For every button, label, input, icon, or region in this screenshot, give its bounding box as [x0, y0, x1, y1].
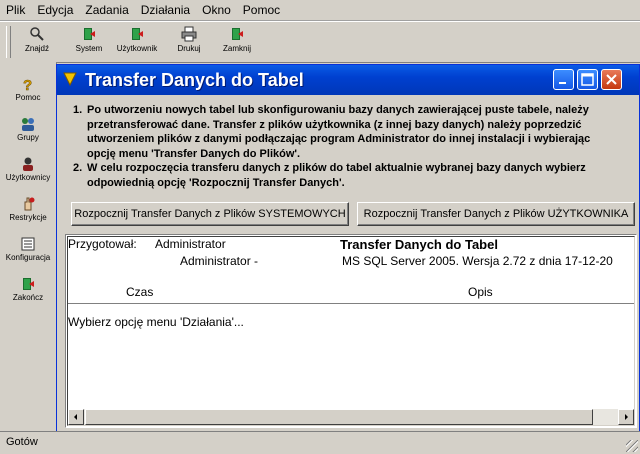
status-text: Gotów — [6, 436, 38, 448]
instruction-line: Po utworzeniu nowych tabel lub skonfigur… — [87, 104, 589, 116]
sidebar-groups-label: Grupy — [17, 133, 39, 142]
horizontal-scrollbar[interactable] — [68, 409, 634, 425]
help-icon: ? — [23, 77, 33, 92]
start-user-transfer-button[interactable]: Rozpocznij Transfer Danych z Plików UŻYT… — [357, 202, 635, 226]
start-system-transfer-button[interactable]: Rozpocznij Transfer Danych z Plików SYST… — [71, 202, 349, 226]
instruction-item: 2. W celu rozpoczęcia transferu danych z… — [65, 161, 639, 190]
menu-zadania[interactable]: Zadania — [79, 0, 134, 20]
users-icon — [23, 157, 33, 171]
maximize-button[interactable] — [577, 69, 598, 90]
sidebar-exit-label: Zakończ — [12, 293, 44, 302]
sidebar-help-label: Pomoc — [15, 93, 41, 102]
menu-dzialania[interactable]: Działania — [135, 0, 196, 20]
toolbar-grip[interactable] — [6, 26, 11, 58]
window-titlebar[interactable]: Transfer Danych do Tabel — [57, 65, 639, 95]
toolbar-print-button[interactable]: Drukuj — [166, 24, 212, 60]
sidebar: ? Pomoc Grupy Użytkownicy Restrykcje Kon… — [0, 62, 57, 430]
window-title: Transfer Danych do Tabel — [85, 70, 304, 90]
menu-bar: Plik Edycja Zadania Działania Okno Pomoc — [0, 0, 640, 21]
instruction-number: 1. — [73, 104, 83, 116]
prepared-label: Przygotował: — [68, 237, 137, 251]
arrow-right-icon — [625, 414, 628, 420]
system-icon — [84, 28, 95, 40]
sidebar-config-label: Konfiguracja — [5, 253, 51, 262]
sidebar-restrictions-label: Restrykcje — [9, 213, 47, 222]
instruction-line: odpowiednią opcję 'Rozpocznij Transfer D… — [87, 176, 345, 189]
groups-icon — [22, 118, 34, 131]
sidebar-users-button[interactable]: Użytkownicy — [2, 154, 54, 192]
minimize-icon — [559, 82, 566, 84]
prepared-value: Administrator — [155, 237, 226, 251]
toolbar: Znajdź System Użytkownik Drukuj Zamknij — [0, 21, 640, 63]
scroll-thumb[interactable] — [85, 409, 593, 425]
minimize-button[interactable] — [553, 69, 574, 90]
maximize-icon — [581, 73, 594, 86]
toolbar-user-button[interactable]: Użytkownik — [114, 24, 160, 60]
toolbar-close-button[interactable]: Zamknij — [214, 24, 260, 60]
log-message: Wybierz opcję menu 'Działania'... — [68, 315, 244, 329]
instructions-list: 1. Po utworzeniu nowych tabel lub skonfi… — [65, 103, 639, 190]
toolbar-find-button[interactable]: Znajdź — [14, 24, 60, 60]
sidebar-exit-button[interactable]: Zakończ — [2, 274, 54, 312]
resize-grip[interactable] — [626, 440, 638, 452]
toolbar-user-label: Użytkownik — [116, 44, 158, 53]
server-info: MS SQL Server 2005. Wersja 2.72 z dnia 1… — [342, 254, 613, 268]
report-title: Transfer Danych do Tabel — [340, 237, 498, 252]
log-panel[interactable]: Przygotował: Administrator Administrator… — [65, 234, 637, 428]
toolbar-print-label: Drukuj — [177, 44, 201, 53]
instruction-number: 2. — [73, 162, 83, 174]
sidebar-groups-button[interactable]: Grupy — [2, 114, 54, 152]
status-bar: Gotów — [0, 431, 640, 454]
exit-icon — [23, 278, 34, 290]
restrictions-icon — [24, 197, 35, 211]
sidebar-users-label: Użytkownicy — [5, 173, 51, 182]
close-button[interactable] — [601, 69, 622, 90]
instruction-line: W celu rozpoczęcia transferu danych z pl… — [87, 162, 586, 174]
instruction-line: przetransferować dane. Transfer z plików… — [87, 118, 582, 131]
transfer-window: Transfer Danych do Tabel 1. Po utworzeni… — [56, 64, 640, 432]
menu-plik[interactable]: Plik — [0, 0, 31, 20]
column-description-header: Opis — [468, 285, 493, 299]
log-panel-inner: Przygotował: Administrator Administrator… — [67, 236, 635, 426]
scroll-right-button[interactable] — [618, 409, 634, 425]
search-icon — [30, 27, 44, 41]
app-icon — [63, 72, 77, 86]
sidebar-config-button[interactable]: Konfiguracja — [2, 234, 54, 272]
toolbar-find-label: Znajdź — [24, 44, 49, 53]
toolbar-system-label: System — [75, 44, 103, 53]
instruction-line: opcję menu 'Transfer Danych do Plików'. — [87, 147, 301, 160]
close-icon — [606, 74, 617, 85]
svg-text:?: ? — [23, 77, 32, 92]
menu-pomoc[interactable]: Pomoc — [237, 0, 286, 20]
arrow-left-icon — [74, 414, 77, 420]
menu-okno[interactable]: Okno — [196, 0, 237, 20]
exit-icon — [232, 28, 243, 40]
printer-icon — [181, 26, 197, 42]
prepared-value-2: Administrator - — [180, 254, 259, 268]
instruction-item: 1. Po utworzeniu nowych tabel lub skonfi… — [65, 103, 639, 161]
header-divider — [68, 303, 634, 304]
scroll-left-button[interactable] — [68, 409, 84, 425]
toolbar-system-button[interactable]: System — [66, 24, 112, 60]
config-icon — [21, 237, 35, 251]
sidebar-restrictions-button[interactable]: Restrykcje — [2, 194, 54, 232]
toolbar-close-label: Zamknij — [222, 44, 251, 53]
window-content: 1. Po utworzeniu nowych tabel lub skonfi… — [61, 99, 637, 428]
sidebar-help-button[interactable]: ? Pomoc — [2, 74, 54, 112]
user-icon — [132, 28, 143, 40]
menu-edycja[interactable]: Edycja — [31, 0, 79, 20]
column-time-header: Czas — [126, 285, 154, 299]
instruction-line: utworzeniem plików z danymi podłączając … — [87, 133, 591, 145]
